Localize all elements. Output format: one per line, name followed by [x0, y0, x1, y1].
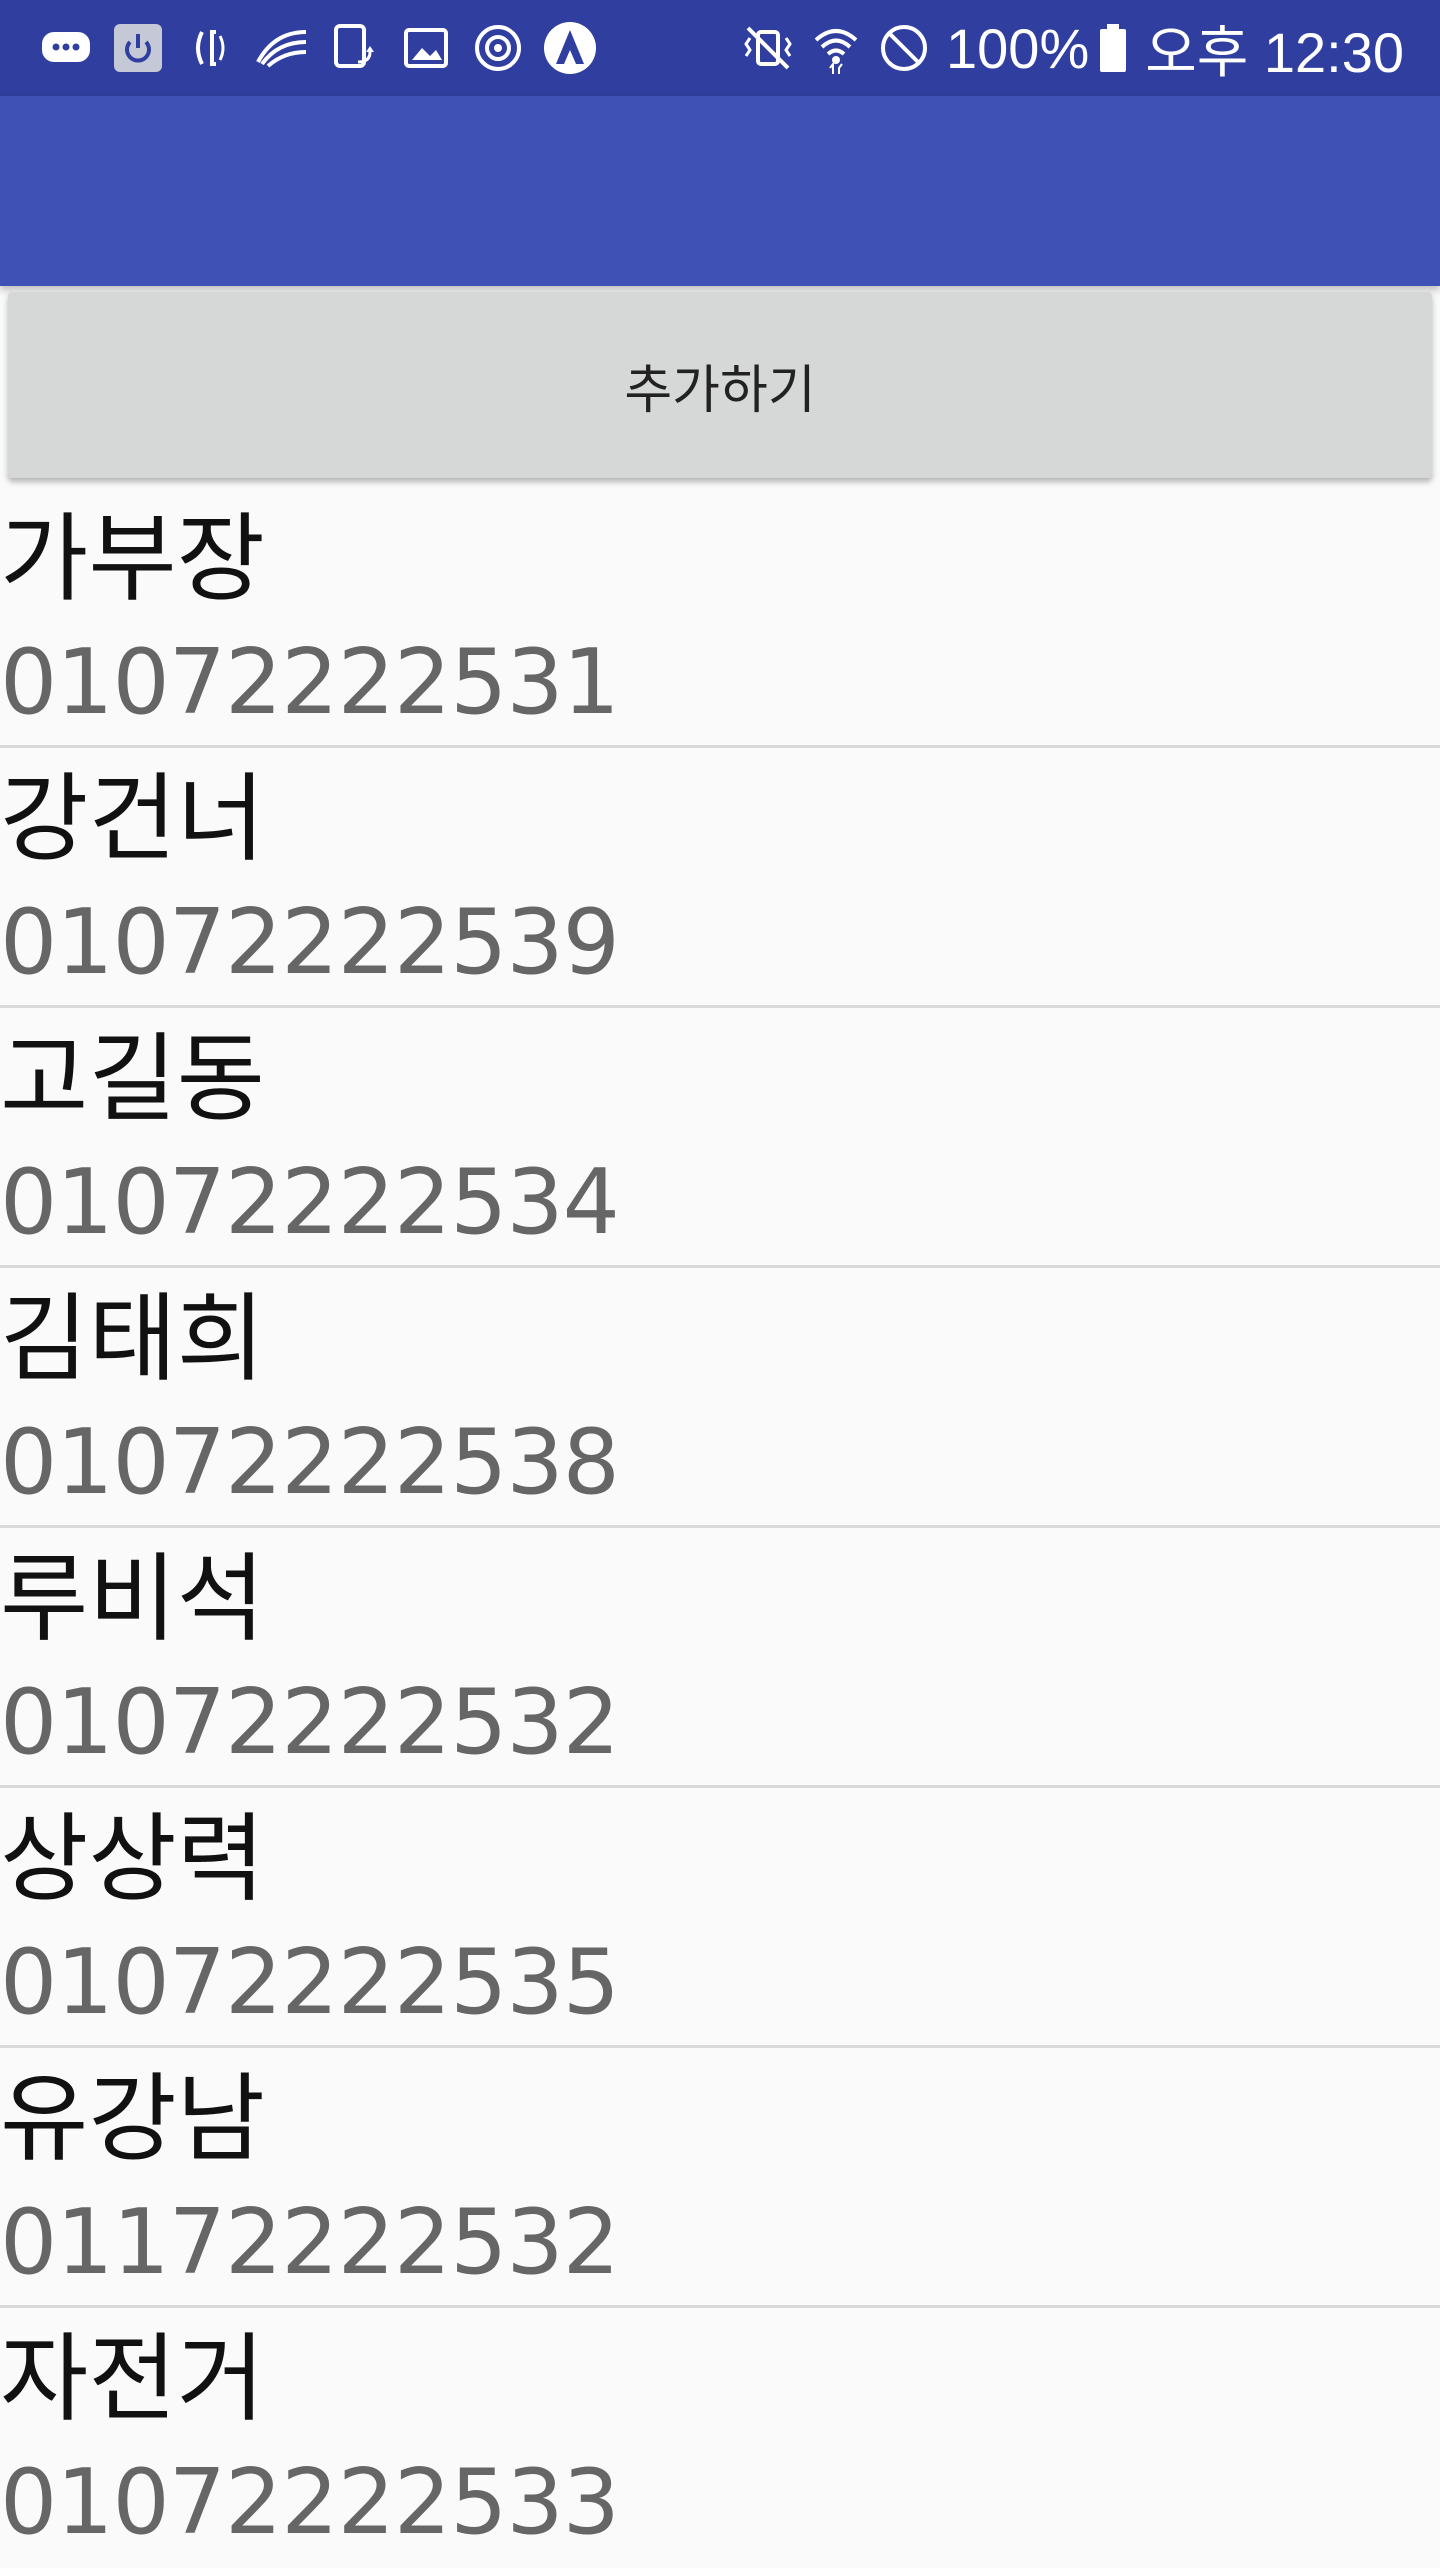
tablet-sync-icon	[326, 20, 382, 76]
contact-name: 유강남	[0, 2063, 265, 2175]
target-icon	[470, 20, 526, 76]
image-icon	[398, 20, 454, 76]
contact-name: 가부장	[0, 503, 265, 615]
status-time: 오후 12:30	[1145, 20, 1404, 84]
contact-phone: 01072222538	[0, 1410, 620, 1515]
status-bar-notifications	[38, 20, 614, 76]
contact-phone: 01072222534	[0, 1150, 620, 1255]
list-item[interactable]: 가부장 01072222531	[0, 488, 1440, 748]
contact-name: 자전거	[0, 2323, 265, 2435]
blocked-icon	[876, 20, 932, 76]
wing-icon	[254, 20, 310, 76]
contact-phone: 01072222539	[0, 890, 620, 995]
list-item[interactable]: 고길동 01072222534	[0, 1008, 1440, 1268]
battery-percent: 100%	[946, 16, 1090, 80]
list-item[interactable]: 강건너 01072222539	[0, 748, 1440, 1008]
add-button[interactable]: 추가하기	[8, 292, 1432, 478]
list-item[interactable]: 김태희 01072222538	[0, 1268, 1440, 1528]
battery-icon	[1095, 20, 1131, 76]
nfc-icon	[182, 20, 238, 76]
contact-name: 김태희	[0, 1283, 265, 1395]
list-item[interactable]: 유강남 01172222532	[0, 2048, 1440, 2308]
app-bar	[0, 96, 1440, 286]
list-item[interactable]: 루비석 01072222532	[0, 1528, 1440, 1788]
vibrate-icon	[740, 20, 796, 76]
list-item[interactable]: 자전거 01072222533	[0, 2308, 1440, 2568]
contact-list[interactable]: 가부장 01072222531 강건너 01072222539 고길동 0107…	[0, 488, 1440, 2568]
chat-bubble-icon	[38, 20, 94, 76]
list-item[interactable]: 상상력 01072222535	[0, 1788, 1440, 2048]
contact-phone: 01072222531	[0, 630, 620, 735]
wifi-icon	[808, 20, 864, 76]
contact-name: 루비석	[0, 1543, 265, 1655]
power-icon	[110, 20, 166, 76]
status-bar: 100% 오후 12:30	[0, 0, 1440, 96]
contact-name: 고길동	[0, 1023, 265, 1135]
contact-phone: 01072222535	[0, 1930, 620, 2035]
contact-phone: 01172222532	[0, 2190, 620, 2295]
status-bar-system: 100% 오후 12:30	[728, 8, 1404, 89]
astro-icon	[542, 20, 598, 76]
contact-name: 상상력	[0, 1803, 265, 1915]
contact-phone: 01072222533	[0, 2450, 620, 2555]
contact-name: 강건너	[0, 763, 265, 875]
contact-phone: 01072222532	[0, 1670, 620, 1775]
